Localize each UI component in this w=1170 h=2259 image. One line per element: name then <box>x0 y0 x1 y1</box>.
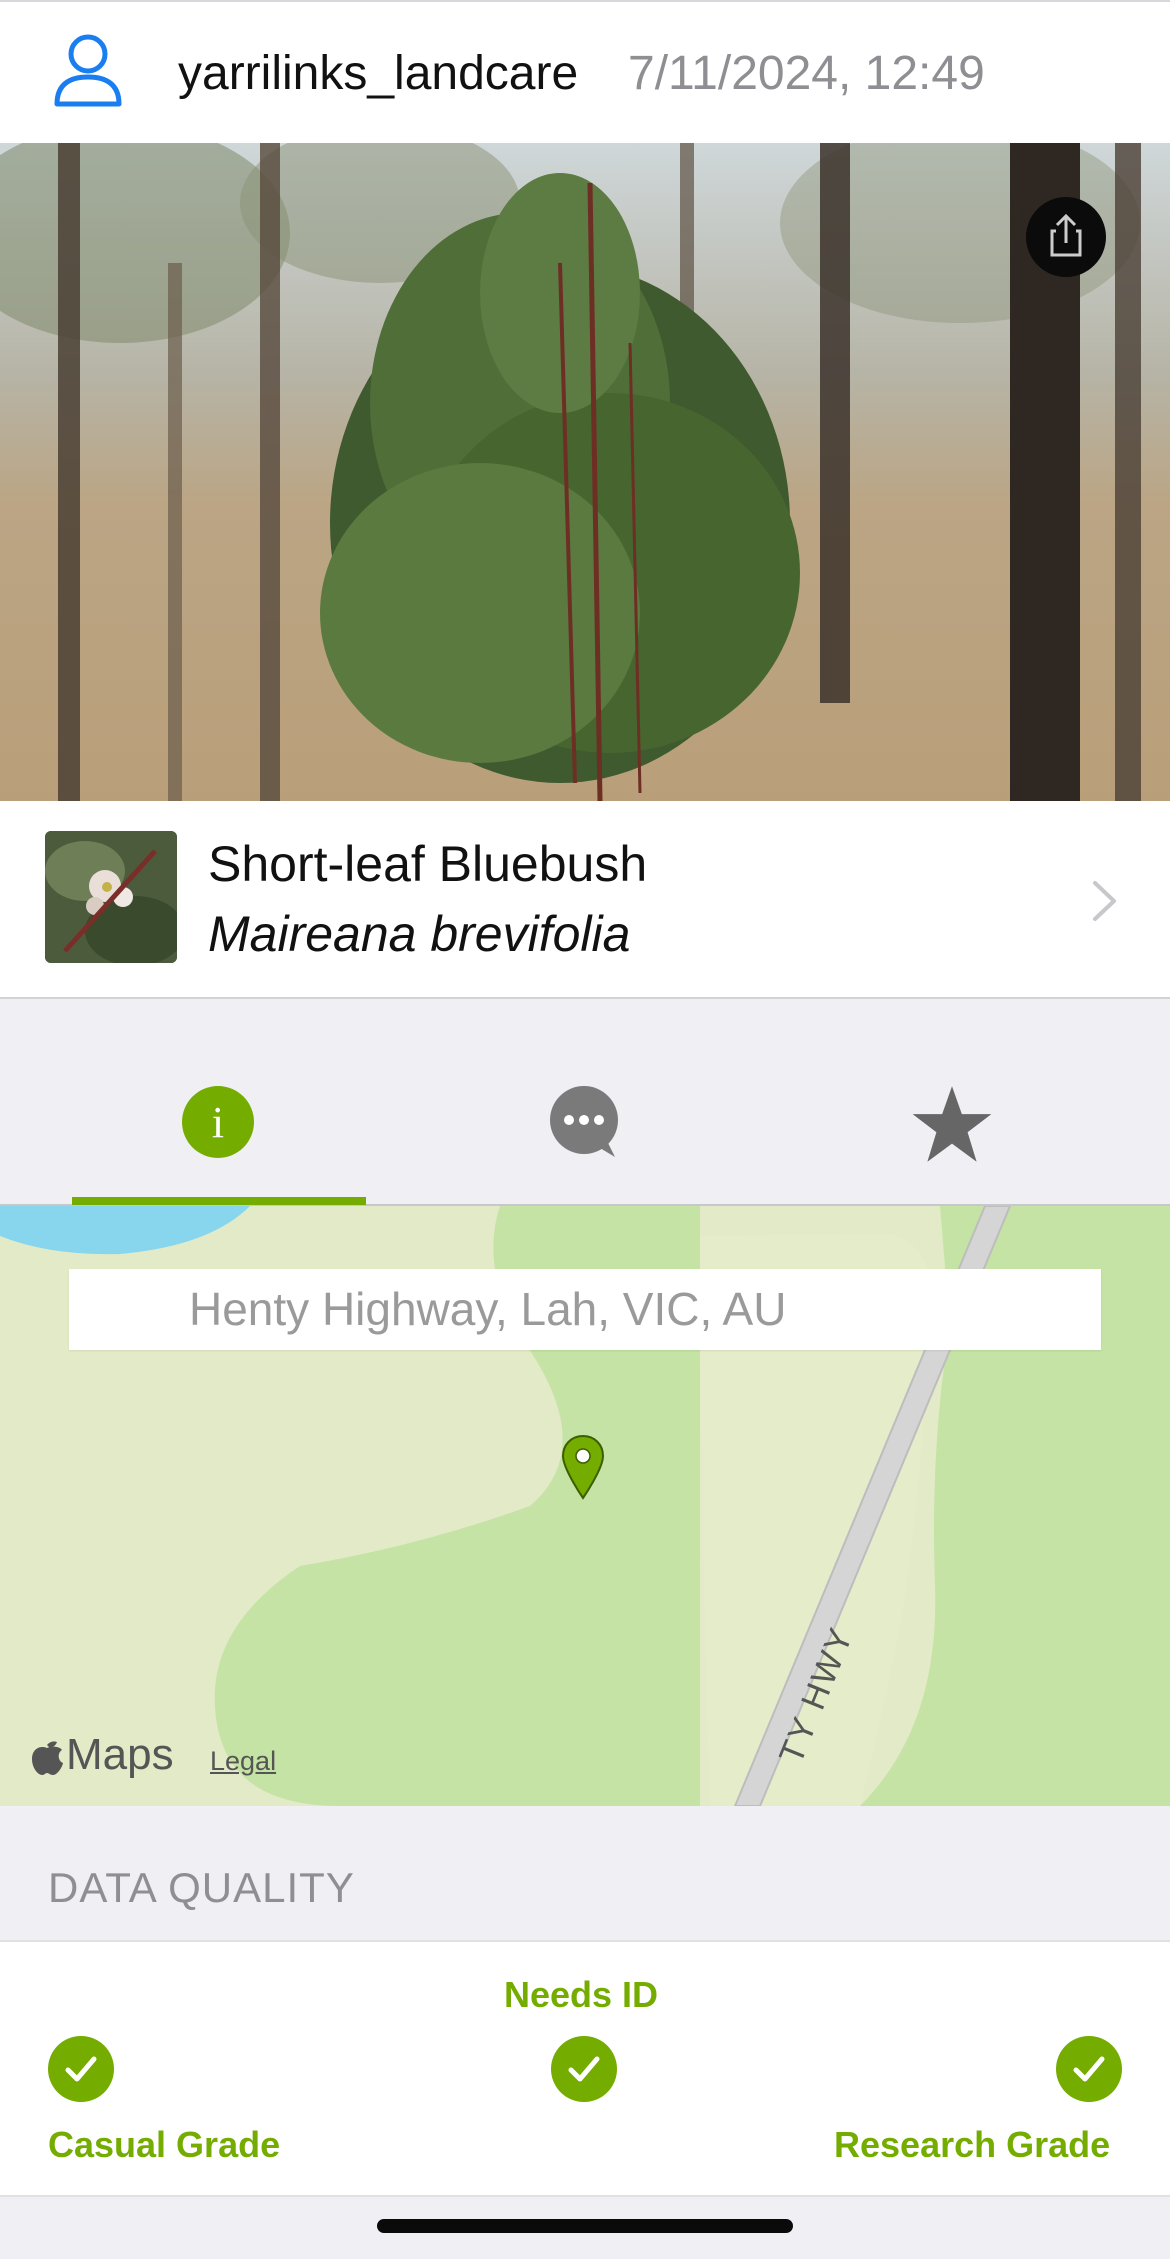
user-icon[interactable] <box>52 32 124 108</box>
maps-logo-text: Maps <box>66 1730 174 1779</box>
speech-bubble-icon <box>550 1086 618 1157</box>
observation-photo[interactable] <box>0 143 1170 801</box>
legal-link[interactable]: Legal <box>210 1746 276 1777</box>
tab-favorites[interactable] <box>911 1083 993 1165</box>
share-button[interactable] <box>1026 197 1106 277</box>
data-quality-title: DATA QUALITY <box>48 1864 355 1911</box>
home-indicator[interactable] <box>377 2219 793 2233</box>
star-icon <box>912 1086 992 1162</box>
info-icon: i <box>212 1098 224 1147</box>
casual-grade-check-icon <box>48 2036 114 2102</box>
map-address-label: Henty Highway, Lah, VIC, AU <box>69 1269 1101 1350</box>
needs-id-check-icon <box>551 2036 617 2102</box>
share-icon <box>1050 213 1082 257</box>
chevron-right-icon <box>1093 881 1116 921</box>
active-tab-indicator <box>72 1197 366 1205</box>
tab-bar: i <box>0 999 1170 1206</box>
data-quality-section: DATA QUALITY <box>0 1806 1170 1940</box>
casual-grade-label: Casual Grade <box>48 2124 281 2165</box>
tab-activity[interactable] <box>547 1085 621 1159</box>
data-quality-panel: Needs ID Casual Grade Research Grade <box>0 1940 1170 2197</box>
observation-timestamp: 7/11/2024, 12:49 <box>628 47 985 100</box>
photo-image <box>0 143 1170 801</box>
research-grade-label: Research Grade <box>834 2124 1111 2165</box>
taxon-scientific-name: Maireana brevifolia <box>208 906 631 962</box>
taxon-row[interactable]: Short-leaf Bluebush Maireana brevifolia <box>0 801 1170 999</box>
taxon-thumbnail <box>45 831 177 963</box>
location-map[interactable]: TY HWY Henty Highway, Lah, VIC, AU Maps … <box>0 1206 1170 1806</box>
taxon-common-name: Short-leaf Bluebush <box>208 836 648 892</box>
tab-info[interactable]: i <box>181 1085 255 1159</box>
needs-id-label: Needs ID <box>504 1974 659 2015</box>
research-grade-check-icon <box>1056 2036 1122 2102</box>
username-link[interactable]: yarrilinks_landcare <box>178 46 578 101</box>
apple-logo-icon <box>32 1741 63 1775</box>
apple-maps-logo: Maps <box>30 1730 174 1780</box>
observation-header: yarrilinks_landcare 7/11/2024, 12:49 <box>0 0 1170 143</box>
